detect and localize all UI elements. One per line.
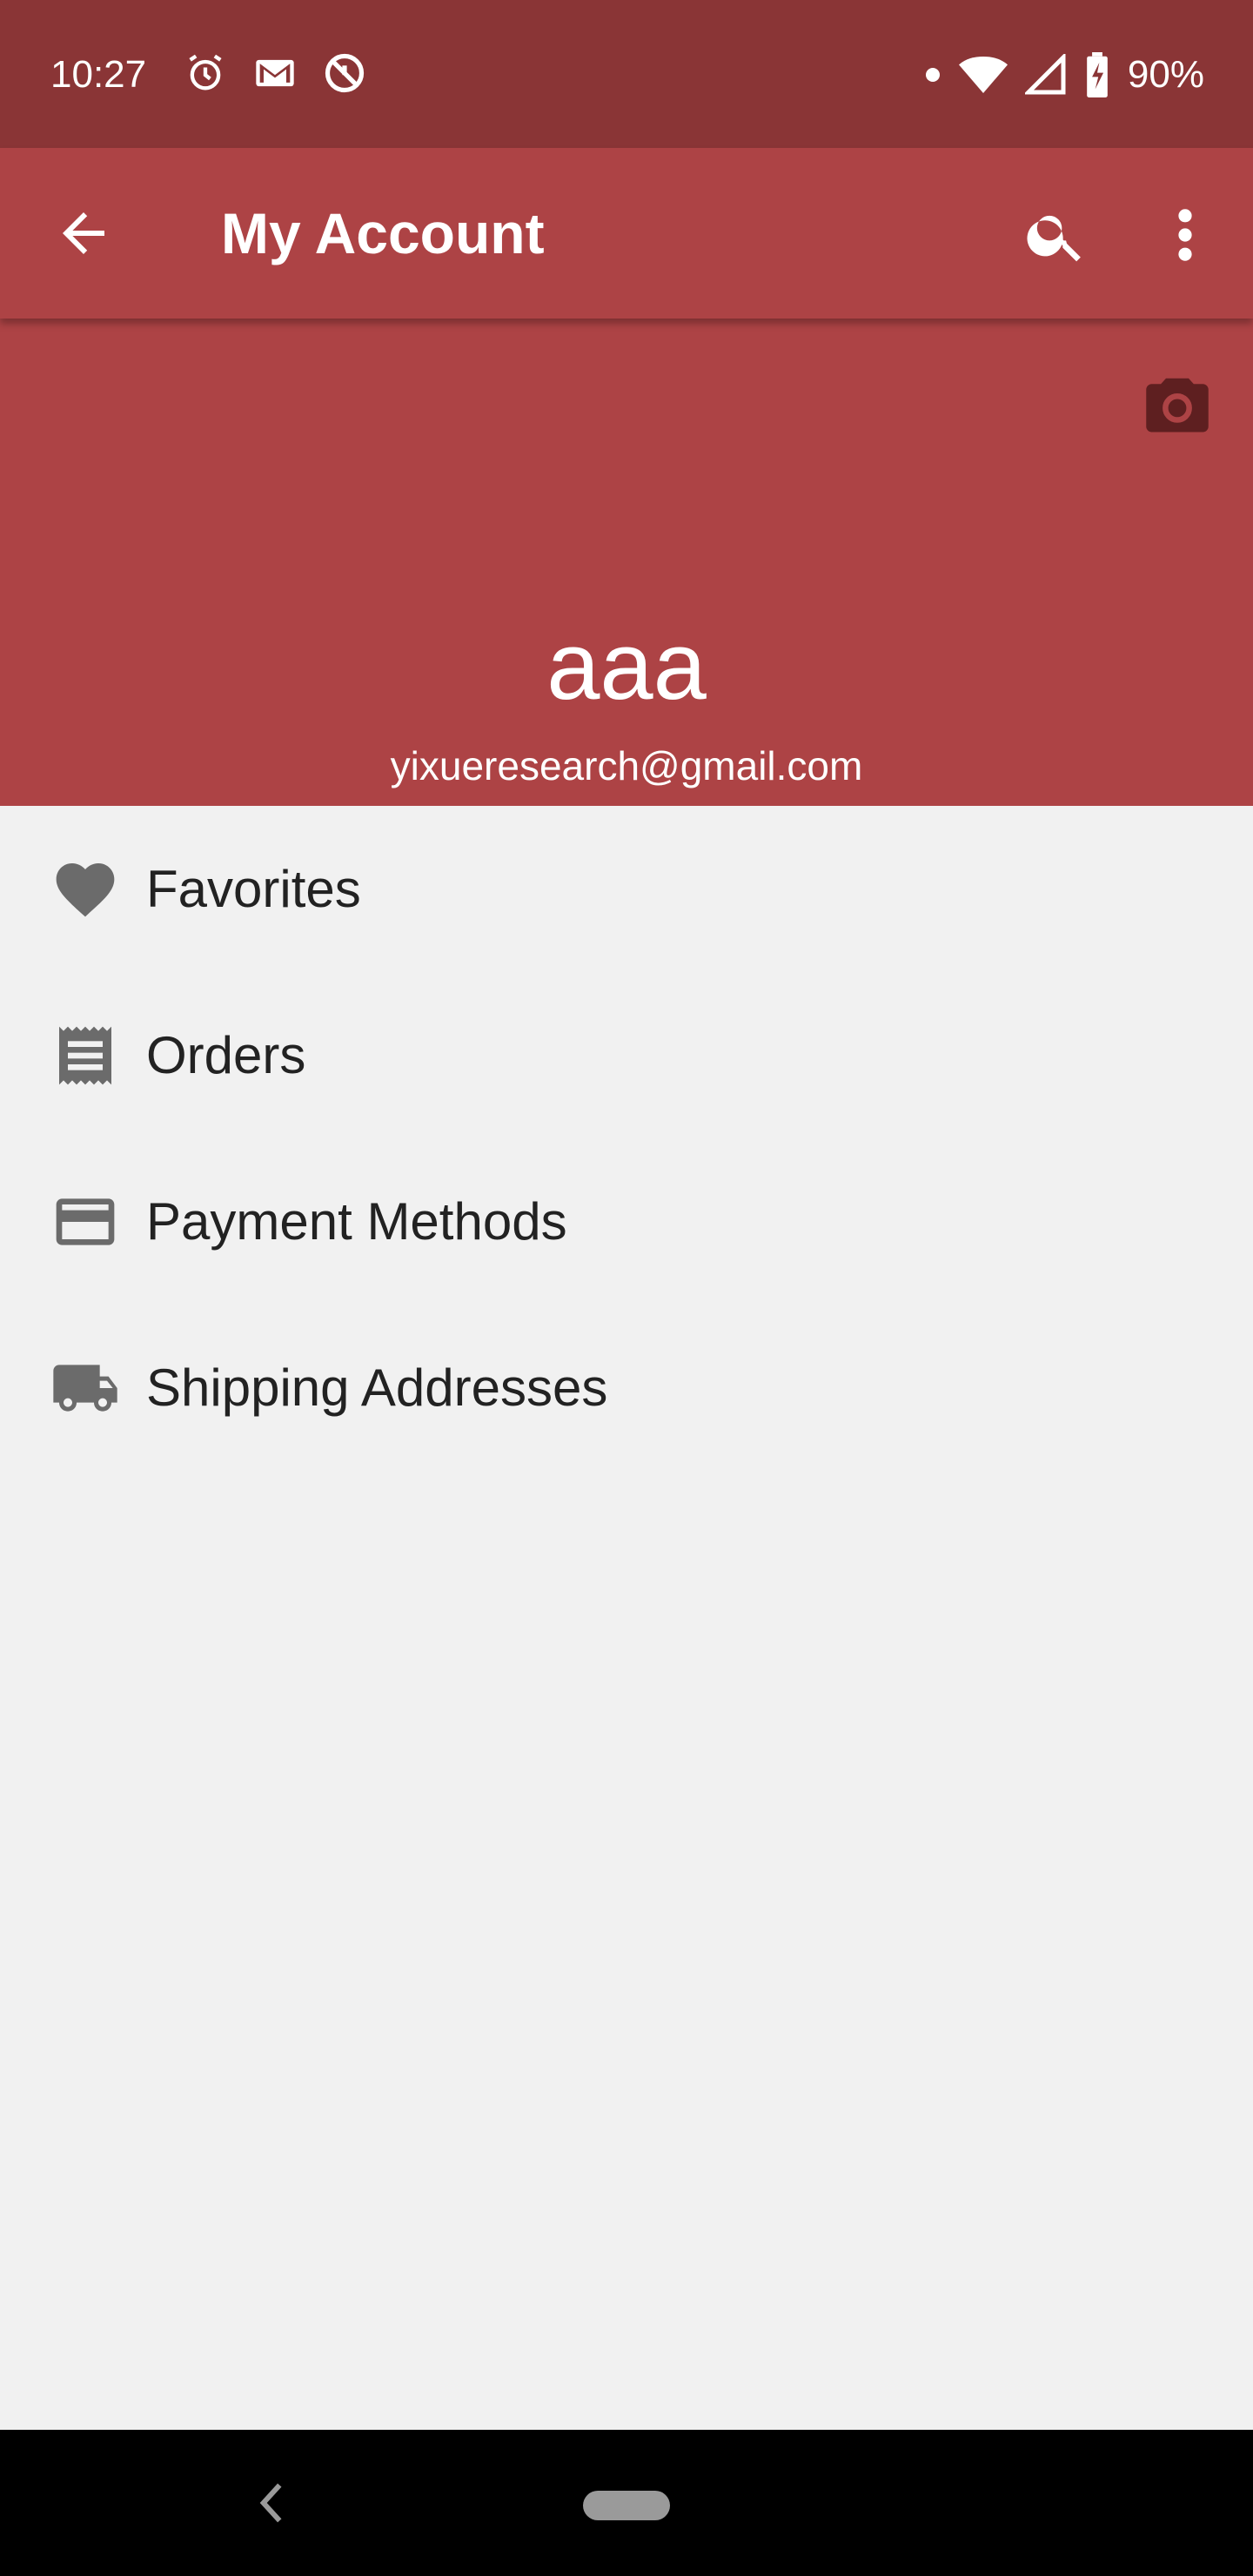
menu-item-orders[interactable]: Orders — [0, 972, 1253, 1138]
back-button[interactable] — [52, 202, 115, 265]
profile-name: aaa — [546, 613, 707, 720]
search-button[interactable] — [1023, 202, 1089, 268]
menu-item-label: Shipping Addresses — [146, 1358, 608, 1417]
menu-item-label: Payment Methods — [146, 1192, 567, 1251]
arrow-back-icon — [52, 202, 115, 265]
nav-back-button[interactable] — [254, 2480, 289, 2526]
status-time: 10:27 — [50, 53, 147, 96]
menu-item-label: Favorites — [146, 860, 361, 918]
change-photo-button[interactable] — [1143, 372, 1211, 435]
credit-card-icon — [50, 1187, 120, 1257]
profile-header: aaa yixueresearch@gmail.com — [0, 319, 1253, 806]
status-notification-icons — [183, 50, 367, 96]
account-menu: Favorites Orders Payment Methods Shippin… — [0, 806, 1253, 1471]
page-title: My Account — [221, 201, 545, 265]
battery-percentage: 90% — [1127, 53, 1204, 96]
more-options-button[interactable] — [1166, 202, 1204, 268]
search-icon — [1023, 202, 1089, 268]
battery-charging-icon — [1084, 52, 1110, 97]
profile-email: yixueresearch@gmail.com — [390, 743, 863, 788]
status-system-icons: 90% — [924, 50, 1204, 99]
camera-icon — [1143, 372, 1211, 435]
heart-icon — [50, 855, 120, 924]
more-vert-icon — [1166, 202, 1204, 268]
status-bar: 10:27 90% — [0, 0, 1253, 148]
app-bar: My Account — [0, 148, 1253, 319]
wifi-icon — [958, 54, 1008, 96]
menu-item-favorites[interactable]: Favorites — [0, 806, 1253, 972]
truck-icon — [50, 1353, 120, 1423]
menu-item-label: Orders — [146, 1026, 306, 1084]
dot-icon — [924, 66, 941, 84]
menu-item-payment-methods[interactable]: Payment Methods — [0, 1138, 1253, 1305]
gmail-icon — [252, 50, 298, 96]
nav-home-pill[interactable] — [583, 2491, 670, 2520]
signal-icon — [1024, 54, 1067, 96]
no-disturb-icon — [322, 50, 367, 96]
receipt-icon — [50, 1021, 120, 1090]
menu-item-shipping-addresses[interactable]: Shipping Addresses — [0, 1305, 1253, 1471]
chevron-left-icon — [254, 2480, 289, 2526]
system-nav-bar — [0, 2430, 1253, 2576]
alarm-icon — [183, 50, 228, 96]
